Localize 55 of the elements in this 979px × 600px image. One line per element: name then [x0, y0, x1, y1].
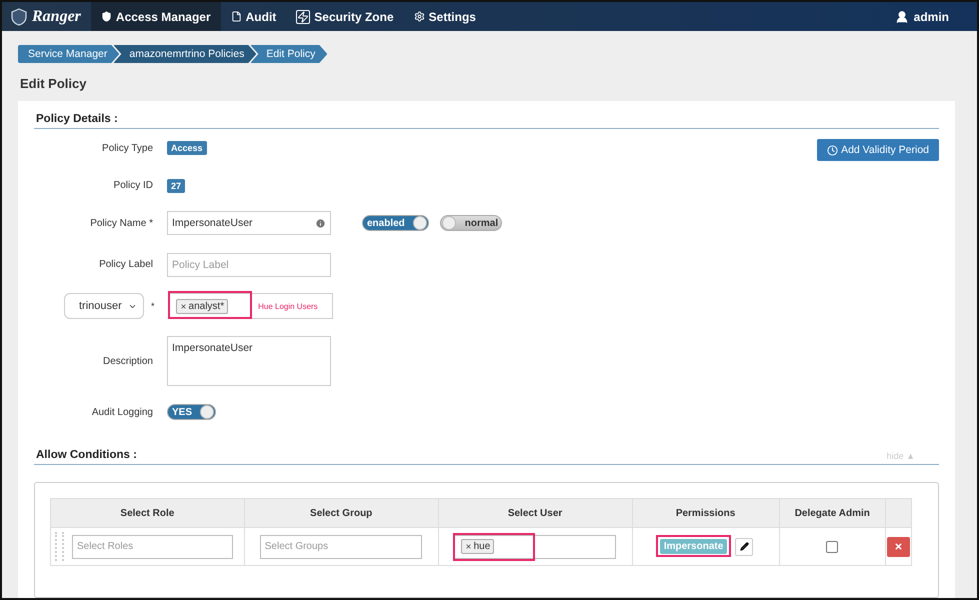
nav-tab[interactable]: Settings — [404, 2, 486, 31]
user-menu[interactable]: admin — [894, 2, 977, 31]
column-header: Select Role — [50, 498, 244, 528]
page-title: Edit Policy — [20, 76, 88, 91]
toggle-switch[interactable]: normal — [440, 215, 502, 231]
breadcrumb-item[interactable]: amazonemrtrino Policies — [113, 45, 256, 63]
resource-values-field[interactable]: analyst* Hue Login Users — [168, 293, 333, 319]
remove-icon — [180, 302, 187, 310]
remove-icon — [464, 543, 472, 550]
field-label: Policy Label — [98, 259, 153, 270]
column-header: Select Group — [244, 498, 438, 528]
resource-select[interactable]: trinouser — [64, 293, 144, 319]
section-title: Policy Details : — [36, 113, 118, 125]
toggle-switch[interactable]: enabled — [362, 215, 429, 231]
column-header: Permissions — [632, 498, 780, 528]
hint-text: Hue Login Users — [258, 302, 318, 310]
permission-tag: Impersonate — [660, 539, 728, 554]
toggle-switch[interactable]: YES — [167, 404, 216, 420]
edit-button[interactable] — [735, 538, 754, 556]
user-tag[interactable]: hue — [460, 539, 494, 554]
column-header: Delegate Admin — [779, 498, 886, 528]
policy-type-badge: Access — [167, 141, 207, 155]
pencil-icon — [740, 542, 749, 551]
gear-icon — [414, 11, 425, 22]
user-icon — [894, 10, 909, 24]
field-label: Audit Logging — [90, 406, 153, 418]
add-validity-period-button[interactable]: Add Validity Period — [817, 139, 939, 161]
policy-id-badge: 27 — [167, 178, 186, 192]
clock-icon — [827, 144, 838, 156]
policy-name-field[interactable]: ImpersonateUser — [167, 211, 331, 235]
nav-tab[interactable]: Security Zone — [286, 2, 404, 31]
field-label: Policy Type — [101, 142, 153, 154]
users-field[interactable]: hue — [454, 534, 616, 558]
close-icon — [894, 542, 903, 551]
info-icon — [315, 218, 326, 228]
column-header: Select User — [438, 498, 632, 528]
shield-logo-icon — [10, 8, 28, 26]
drag-handle[interactable] — [55, 532, 64, 561]
field-label: Policy ID — [112, 180, 153, 191]
breadcrumb-item[interactable]: Service Manager — [18, 45, 120, 63]
brand-logo[interactable]: Ranger — [2, 2, 91, 31]
lightning-icon — [296, 10, 310, 24]
document-icon — [230, 11, 242, 22]
delegate-admin-checkbox[interactable] — [826, 540, 838, 553]
required-mark: * — [151, 301, 155, 311]
delete-button[interactable] — [887, 536, 910, 556]
field-label: Policy Name * — [89, 218, 153, 228]
description-field[interactable]: ImpersonateUser — [167, 336, 331, 386]
nav-tab[interactable]: Access Manager — [90, 2, 221, 31]
field-label: Description — [102, 356, 153, 366]
breadcrumb-item[interactable]: Edit Policy — [250, 45, 328, 63]
value-tag[interactable]: analyst* — [176, 298, 228, 314]
shield-icon — [100, 11, 112, 22]
section-title: Allow Conditions : — [36, 449, 137, 461]
nav-tab[interactable]: Audit — [220, 2, 286, 31]
